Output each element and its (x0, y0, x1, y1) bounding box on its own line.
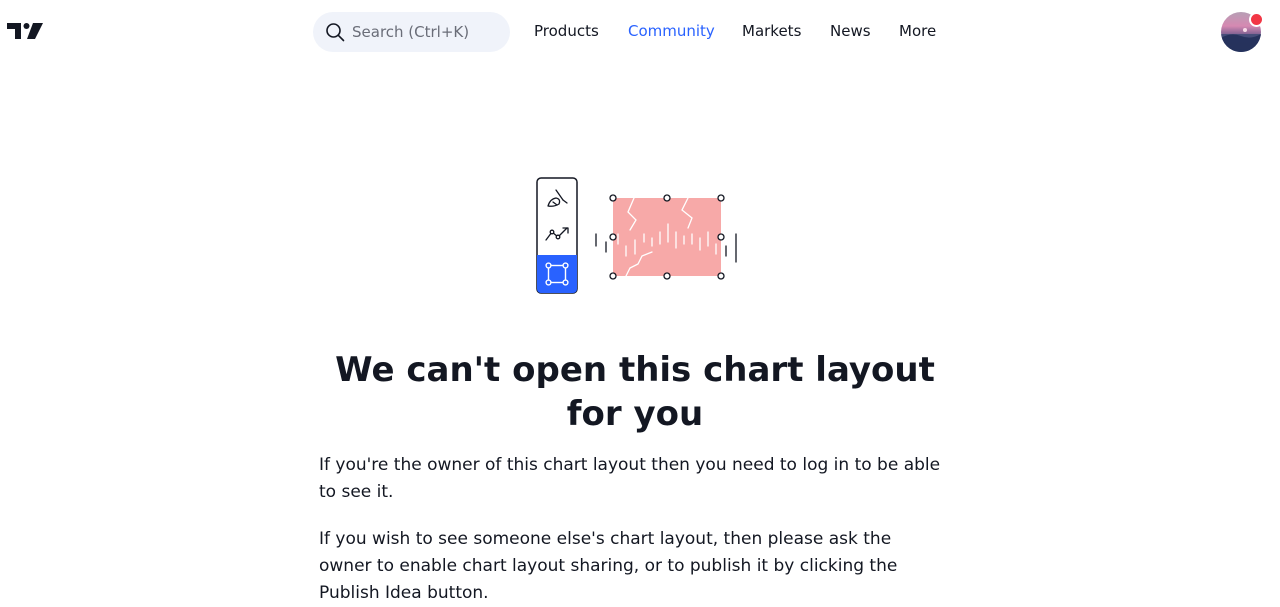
sharing-message: If you wish to see someone else's chart … (319, 529, 898, 603)
owner-message: If you're the owner of this chart layout… (319, 455, 941, 502)
nav-markets[interactable]: Markets (742, 21, 801, 41)
chart-layout-illustration (536, 177, 737, 294)
top-header: Search (Ctrl+K) Products Community Marke… (0, 0, 1280, 64)
nav-products[interactable]: Products (534, 21, 599, 41)
search-icon (326, 23, 345, 42)
page-title: We can't open this chart layout for you (335, 350, 935, 434)
toolbar-illustration (536, 177, 578, 294)
broken-chart-shape (595, 194, 737, 280)
search-box[interactable]: Search (Ctrl+K) (313, 12, 510, 52)
nav-community[interactable]: Community (628, 21, 715, 41)
search-placeholder: Search (Ctrl+K) (352, 23, 470, 41)
nav-more[interactable]: More (899, 21, 936, 41)
nav-news[interactable]: News (830, 21, 871, 41)
tradingview-logo[interactable] (7, 21, 43, 41)
notification-dot (1249, 12, 1264, 27)
